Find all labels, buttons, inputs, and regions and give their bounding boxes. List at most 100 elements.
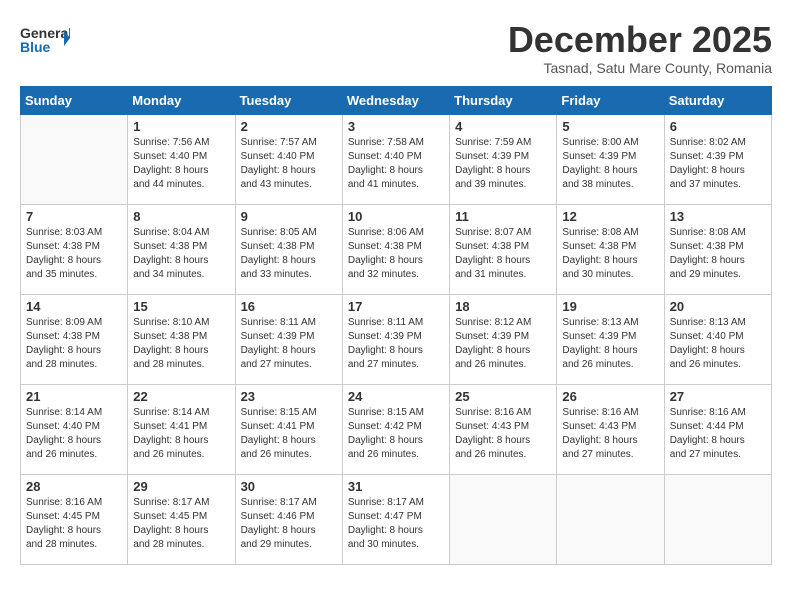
subtitle: Tasnad, Satu Mare County, Romania bbox=[508, 60, 772, 76]
day-info: Sunrise: 7:58 AM Sunset: 4:40 PM Dayligh… bbox=[348, 136, 444, 192]
svg-text:Blue: Blue bbox=[20, 39, 51, 55]
day-info: Sunrise: 8:00 AM Sunset: 4:39 PM Dayligh… bbox=[562, 136, 658, 192]
day-header-thursday: Thursday bbox=[450, 86, 557, 114]
day-number: 28 bbox=[26, 479, 122, 494]
calendar-cell bbox=[450, 474, 557, 564]
day-info: Sunrise: 7:59 AM Sunset: 4:39 PM Dayligh… bbox=[455, 136, 551, 192]
calendar-cell: 6 Sunrise: 8:02 AM Sunset: 4:39 PM Daylig… bbox=[664, 114, 771, 204]
calendar-cell: 23 Sunrise: 8:15 AM Sunset: 4:41 PM Dayli… bbox=[235, 384, 342, 474]
calendar-week-2: 7Sunrise: 8:03 AM Sunset: 4:38 PM Daylig… bbox=[21, 204, 772, 294]
day-info: Sunrise: 7:56 AM Sunset: 4:40 PM Dayligh… bbox=[133, 136, 229, 192]
day-info: Sunrise: 8:16 AM Sunset: 4:43 PM Dayligh… bbox=[562, 406, 658, 462]
day-info: Sunrise: 8:02 AM Sunset: 4:39 PM Dayligh… bbox=[670, 136, 766, 192]
calendar-cell: 1Sunrise: 7:56 AM Sunset: 4:40 PM Daylig… bbox=[128, 114, 235, 204]
calendar-cell: 11 Sunrise: 8:07 AM Sunset: 4:38 PM Dayli… bbox=[450, 204, 557, 294]
day-number: 26 bbox=[562, 389, 658, 404]
day-number: 10 bbox=[348, 209, 444, 224]
day-number: 21 bbox=[26, 389, 122, 404]
calendar-cell: 17 Sunrise: 8:11 AM Sunset: 4:39 PM Dayli… bbox=[342, 294, 449, 384]
day-number: 17 bbox=[348, 299, 444, 314]
calendar-table: SundayMondayTuesdayWednesdayThursdayFrid… bbox=[20, 86, 772, 565]
calendar-week-3: 14 Sunrise: 8:09 AM Sunset: 4:38 PM Dayli… bbox=[21, 294, 772, 384]
day-info: Sunrise: 8:15 AM Sunset: 4:41 PM Dayligh… bbox=[241, 406, 337, 462]
calendar-cell: 3Sunrise: 7:58 AM Sunset: 4:40 PM Daylig… bbox=[342, 114, 449, 204]
day-info: Sunrise: 8:17 AM Sunset: 4:46 PM Dayligh… bbox=[241, 496, 337, 552]
page-header: General Blue December 2025 Tasnad, Satu … bbox=[20, 20, 772, 76]
day-number: 6 bbox=[670, 119, 766, 134]
calendar-cell: 31 Sunrise: 8:17 AM Sunset: 4:47 PM Dayli… bbox=[342, 474, 449, 564]
calendar-cell: 5 Sunrise: 8:00 AM Sunset: 4:39 PM Daylig… bbox=[557, 114, 664, 204]
calendar-cell: 9 Sunrise: 8:05 AM Sunset: 4:38 PM Daylig… bbox=[235, 204, 342, 294]
calendar-cell: 27Sunrise: 8:16 AM Sunset: 4:44 PM Dayli… bbox=[664, 384, 771, 474]
day-number: 8 bbox=[133, 209, 229, 224]
calendar-cell: 25 Sunrise: 8:16 AM Sunset: 4:43 PM Dayli… bbox=[450, 384, 557, 474]
title-block: December 2025 Tasnad, Satu Mare County, … bbox=[508, 20, 772, 76]
calendar-cell bbox=[557, 474, 664, 564]
calendar-cell bbox=[21, 114, 128, 204]
calendar-week-1: 1Sunrise: 7:56 AM Sunset: 4:40 PM Daylig… bbox=[21, 114, 772, 204]
calendar-cell: 28Sunrise: 8:16 AM Sunset: 4:45 PM Dayli… bbox=[21, 474, 128, 564]
day-info: Sunrise: 8:14 AM Sunset: 4:41 PM Dayligh… bbox=[133, 406, 229, 462]
day-header-sunday: Sunday bbox=[21, 86, 128, 114]
calendar-week-5: 28Sunrise: 8:16 AM Sunset: 4:45 PM Dayli… bbox=[21, 474, 772, 564]
day-number: 29 bbox=[133, 479, 229, 494]
day-info: Sunrise: 7:57 AM Sunset: 4:40 PM Dayligh… bbox=[241, 136, 337, 192]
calendar-cell: 19 Sunrise: 8:13 AM Sunset: 4:39 PM Dayli… bbox=[557, 294, 664, 384]
calendar-cell: 4 Sunrise: 7:59 AM Sunset: 4:39 PM Daylig… bbox=[450, 114, 557, 204]
day-info: Sunrise: 8:11 AM Sunset: 4:39 PM Dayligh… bbox=[241, 316, 337, 372]
day-number: 24 bbox=[348, 389, 444, 404]
day-info: Sunrise: 8:08 AM Sunset: 4:38 PM Dayligh… bbox=[670, 226, 766, 282]
logo: General Blue bbox=[20, 20, 70, 60]
calendar-cell: 20Sunrise: 8:13 AM Sunset: 4:40 PM Dayli… bbox=[664, 294, 771, 384]
day-number: 30 bbox=[241, 479, 337, 494]
calendar-cell: 30 Sunrise: 8:17 AM Sunset: 4:46 PM Dayli… bbox=[235, 474, 342, 564]
day-info: Sunrise: 8:03 AM Sunset: 4:38 PM Dayligh… bbox=[26, 226, 122, 282]
day-info: Sunrise: 8:10 AM Sunset: 4:38 PM Dayligh… bbox=[133, 316, 229, 372]
day-info: Sunrise: 8:17 AM Sunset: 4:47 PM Dayligh… bbox=[348, 496, 444, 552]
day-number: 13 bbox=[670, 209, 766, 224]
calendar-cell: 7Sunrise: 8:03 AM Sunset: 4:38 PM Daylig… bbox=[21, 204, 128, 294]
day-number: 25 bbox=[455, 389, 551, 404]
day-header-friday: Friday bbox=[557, 86, 664, 114]
calendar-cell: 15 Sunrise: 8:10 AM Sunset: 4:38 PM Dayli… bbox=[128, 294, 235, 384]
day-number: 15 bbox=[133, 299, 229, 314]
day-info: Sunrise: 8:17 AM Sunset: 4:45 PM Dayligh… bbox=[133, 496, 229, 552]
day-header-wednesday: Wednesday bbox=[342, 86, 449, 114]
day-header-tuesday: Tuesday bbox=[235, 86, 342, 114]
day-number: 12 bbox=[562, 209, 658, 224]
calendar-cell: 18Sunrise: 8:12 AM Sunset: 4:39 PM Dayli… bbox=[450, 294, 557, 384]
calendar-cell: 12 Sunrise: 8:08 AM Sunset: 4:38 PM Dayli… bbox=[557, 204, 664, 294]
calendar-cell: 24Sunrise: 8:15 AM Sunset: 4:42 PM Dayli… bbox=[342, 384, 449, 474]
day-info: Sunrise: 8:16 AM Sunset: 4:43 PM Dayligh… bbox=[455, 406, 551, 462]
calendar-cell: 21 Sunrise: 8:14 AM Sunset: 4:40 PM Dayli… bbox=[21, 384, 128, 474]
day-info: Sunrise: 8:05 AM Sunset: 4:38 PM Dayligh… bbox=[241, 226, 337, 282]
day-number: 20 bbox=[670, 299, 766, 314]
day-header-monday: Monday bbox=[128, 86, 235, 114]
day-info: Sunrise: 8:11 AM Sunset: 4:39 PM Dayligh… bbox=[348, 316, 444, 372]
month-title: December 2025 bbox=[508, 20, 772, 60]
day-number: 23 bbox=[241, 389, 337, 404]
day-number: 11 bbox=[455, 209, 551, 224]
day-number: 2 bbox=[241, 119, 337, 134]
day-info: Sunrise: 8:09 AM Sunset: 4:38 PM Dayligh… bbox=[26, 316, 122, 372]
calendar-header-row: SundayMondayTuesdayWednesdayThursdayFrid… bbox=[21, 86, 772, 114]
day-number: 22 bbox=[133, 389, 229, 404]
calendar-cell: 16Sunrise: 8:11 AM Sunset: 4:39 PM Dayli… bbox=[235, 294, 342, 384]
day-info: Sunrise: 8:13 AM Sunset: 4:39 PM Dayligh… bbox=[562, 316, 658, 372]
day-number: 19 bbox=[562, 299, 658, 314]
day-info: Sunrise: 8:14 AM Sunset: 4:40 PM Dayligh… bbox=[26, 406, 122, 462]
calendar-cell: 22 Sunrise: 8:14 AM Sunset: 4:41 PM Dayli… bbox=[128, 384, 235, 474]
day-header-saturday: Saturday bbox=[664, 86, 771, 114]
day-number: 31 bbox=[348, 479, 444, 494]
day-number: 27 bbox=[670, 389, 766, 404]
calendar-cell: 29 Sunrise: 8:17 AM Sunset: 4:45 PM Dayli… bbox=[128, 474, 235, 564]
day-number: 14 bbox=[26, 299, 122, 314]
calendar-cell: 26 Sunrise: 8:16 AM Sunset: 4:43 PM Dayli… bbox=[557, 384, 664, 474]
day-info: Sunrise: 8:04 AM Sunset: 4:38 PM Dayligh… bbox=[133, 226, 229, 282]
day-info: Sunrise: 8:08 AM Sunset: 4:38 PM Dayligh… bbox=[562, 226, 658, 282]
day-number: 9 bbox=[241, 209, 337, 224]
day-info: Sunrise: 8:07 AM Sunset: 4:38 PM Dayligh… bbox=[455, 226, 551, 282]
calendar-cell: 8 Sunrise: 8:04 AM Sunset: 4:38 PM Daylig… bbox=[128, 204, 235, 294]
day-number: 5 bbox=[562, 119, 658, 134]
day-number: 4 bbox=[455, 119, 551, 134]
